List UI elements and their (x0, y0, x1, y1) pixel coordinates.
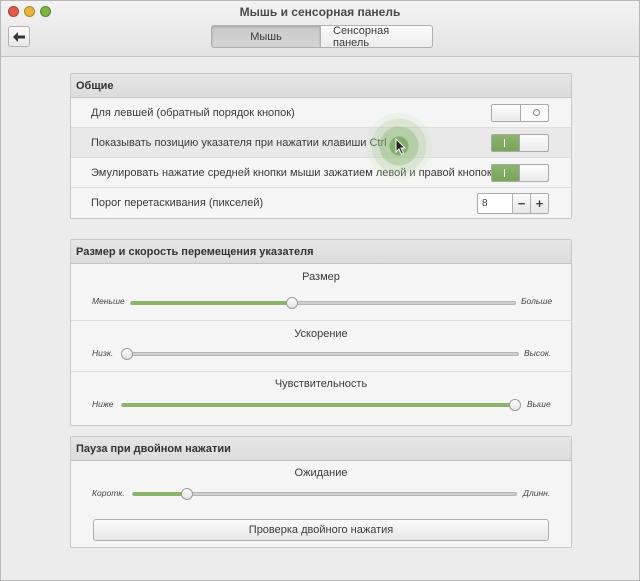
header-bar: Мышь и сенсорная панель Мышь Сенсорная п… (1, 1, 639, 57)
slider-handle[interactable] (509, 399, 521, 411)
row-show-pointer: Показывать позицию указателя при нажатии… (71, 128, 571, 158)
acceleration-max-label: Высок. (524, 348, 552, 358)
emulate-middle-label: Эмулировать нажатие средней кнопки мыши … (91, 166, 492, 179)
tab-mouse[interactable]: Мышь (211, 25, 321, 48)
section-pointer: Размер и скорость перемещения указателя … (70, 239, 572, 426)
drag-threshold-spinner: 8 − + (477, 193, 549, 214)
on-mark-icon (504, 169, 505, 177)
slider-row-sensitivity: Чувствительность Ниже Выше (71, 372, 571, 425)
row-left-handed: Для левшей (обратный порядок кнопок) (71, 98, 571, 128)
left-handed-label: Для левшей (обратный порядок кнопок) (91, 106, 295, 119)
section-title: Размер и скорость перемещения указателя (71, 240, 571, 264)
on-mark-icon (504, 139, 505, 147)
row-drag-threshold: Порог перетаскивания (пикселей) 8 − + (71, 188, 571, 218)
slider-handle[interactable] (180, 488, 193, 500)
window-title: Мышь и сенсорная панель (239, 5, 401, 19)
back-button[interactable] (8, 26, 30, 47)
slider-fill (133, 492, 187, 496)
window: Мышь и сенсорная панель Мышь Сенсорная п… (0, 0, 640, 581)
emulate-middle-switch[interactable] (491, 164, 549, 182)
drag-threshold-input[interactable]: 8 (478, 194, 512, 213)
sensitivity-max-label: Выше (527, 399, 551, 409)
timeout-slider[interactable] (132, 488, 517, 500)
switch-knob (492, 105, 521, 121)
timeout-min-label: Коротк. (92, 488, 125, 498)
size-min-label: Меньше (92, 296, 125, 306)
slider-fill (131, 301, 293, 305)
slider-row-timeout: Ожидание Коротк. Длинн. Проверка двойног… (71, 461, 571, 547)
switch-knob (519, 165, 548, 181)
decrement-button[interactable]: − (512, 194, 530, 213)
show-pointer-label: Показывать позицию указателя при нажатии… (91, 136, 387, 149)
timeout-max-label: Длинн. (523, 488, 551, 498)
slider-handle[interactable] (286, 297, 299, 309)
slider-fill (122, 403, 515, 407)
slider-row-acceleration: Ускорение Низк. Высок. (71, 321, 571, 372)
section-general: Общие Для левшей (обратный порядок кнопо… (70, 73, 572, 219)
sensitivity-title: Чувствительность (274, 378, 368, 390)
sensitivity-slider[interactable] (121, 399, 521, 411)
switch-knob (519, 135, 548, 151)
stack-switcher: Мышь Сенсорная панель (211, 25, 433, 49)
sensitivity-min-label: Ниже (92, 399, 114, 409)
size-title: Размер (302, 271, 340, 283)
timeout-title: Ожидание (294, 467, 348, 479)
show-pointer-switch[interactable] (491, 134, 549, 152)
row-emulate-middle: Эмулировать нажатие средней кнопки мыши … (71, 158, 571, 188)
arrow-left-icon (13, 31, 25, 42)
tab-touchpad[interactable]: Сенсорная панель (321, 25, 433, 49)
size-slider[interactable] (130, 297, 516, 309)
acceleration-min-label: Низк. (92, 348, 114, 358)
size-max-label: Больше (521, 296, 553, 306)
off-mark-icon (533, 109, 540, 116)
section-double-click: Пауза при двойном нажатии Ожидание Корот… (70, 436, 572, 548)
double-click-test-button[interactable]: Проверка двойного нажатия (93, 519, 549, 541)
acceleration-title: Ускорение (294, 328, 348, 340)
section-title: Общие (71, 74, 571, 98)
slider-row-size: Размер Меньше Больше (71, 264, 571, 321)
left-handed-switch[interactable] (491, 104, 549, 122)
section-title: Пауза при двойном нажатии (71, 437, 571, 461)
slider-handle[interactable] (121, 348, 133, 360)
increment-button[interactable]: + (530, 194, 548, 213)
drag-threshold-label: Порог перетаскивания (пикселей) (91, 197, 264, 209)
acceleration-slider[interactable] (121, 348, 519, 360)
